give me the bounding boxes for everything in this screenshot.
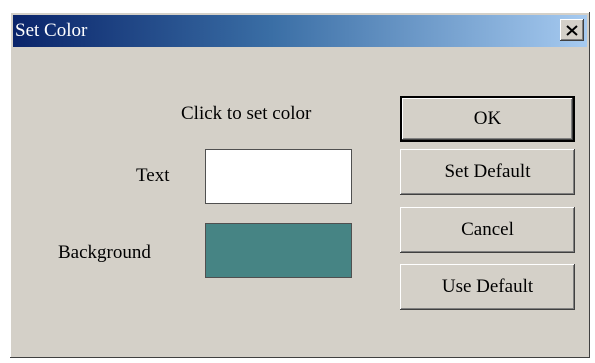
cancel-button[interactable]: Cancel: [400, 207, 575, 253]
set-color-dialog: Set Color Click to set color Text Backgr…: [10, 12, 590, 358]
title-bar[interactable]: Set Color: [13, 15, 587, 47]
window-title: Set Color: [15, 20, 88, 41]
instruction-label: Click to set color: [181, 103, 312, 124]
text-color-label: Text: [136, 165, 170, 186]
close-icon: [566, 24, 578, 36]
use-default-button[interactable]: Use Default: [400, 264, 575, 310]
text-color-swatch[interactable]: [205, 149, 352, 204]
background-color-swatch[interactable]: [205, 223, 352, 278]
ok-button[interactable]: OK: [400, 96, 575, 142]
background-color-label: Background: [58, 242, 151, 263]
close-button[interactable]: [560, 19, 584, 41]
set-default-button[interactable]: Set Default: [400, 149, 575, 195]
